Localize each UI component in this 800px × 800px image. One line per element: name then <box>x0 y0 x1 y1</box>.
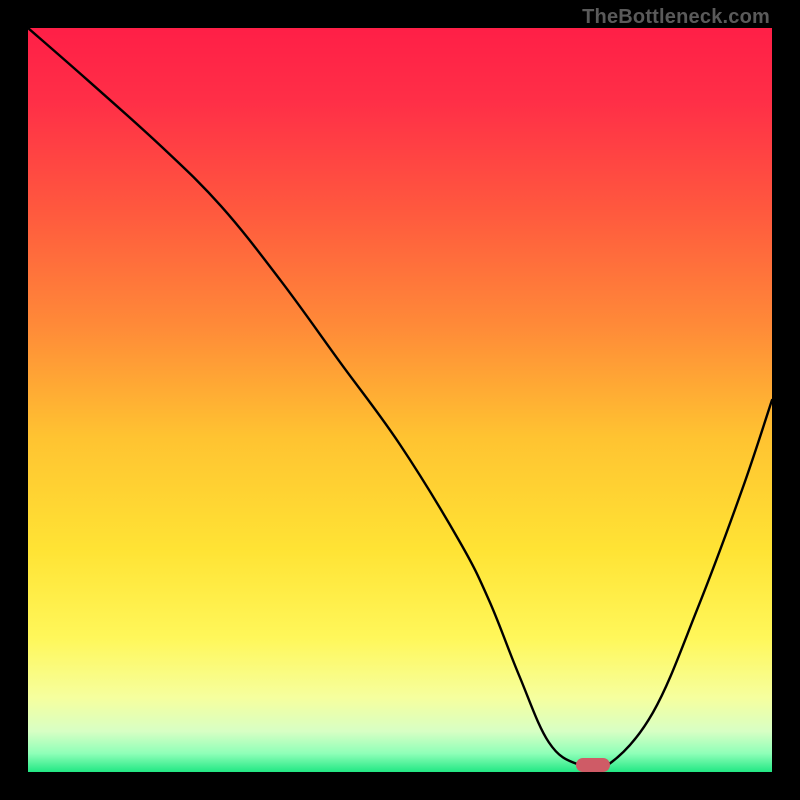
optimal-marker <box>576 758 610 772</box>
chart-background <box>28 28 772 772</box>
watermark-text: TheBottleneck.com <box>582 6 770 29</box>
chart-frame <box>28 28 772 772</box>
